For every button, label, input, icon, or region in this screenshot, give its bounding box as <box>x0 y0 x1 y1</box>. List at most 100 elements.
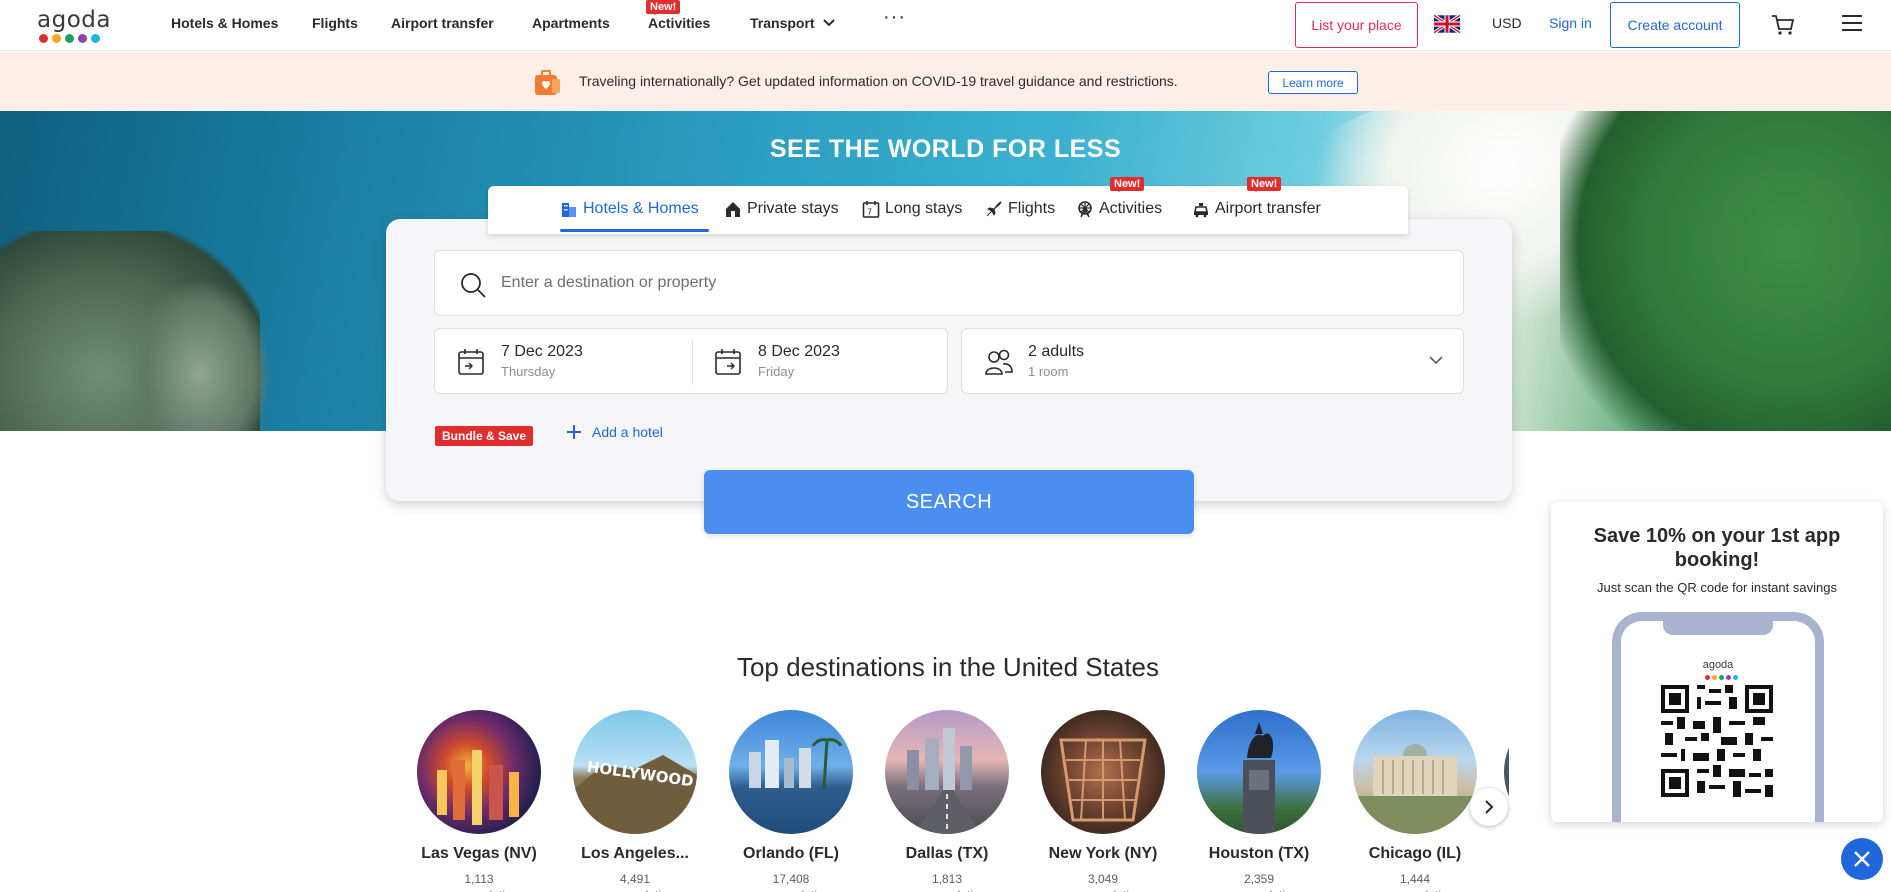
occupancy-field[interactable]: 2 adults 1 room <box>961 328 1464 394</box>
search-tabs: Hotels & Homes Private stays 7 Long stay… <box>488 177 1408 234</box>
tab-hotels-homes[interactable]: Hotels & Homes <box>560 200 699 218</box>
tab-flights[interactable]: Flights <box>985 200 1055 218</box>
phone-logo: agoda <box>1702 659 1734 671</box>
city-count: 3,049 <box>1087 872 1119 886</box>
city-card-houston[interactable]: Houston (TX) 2,359 accommodations <box>1191 708 1347 892</box>
checkout-field[interactable]: 8 Dec 2023 Friday <box>692 329 942 393</box>
app-promo-popup: Save 10% on your 1st app booking! Just s… <box>1551 502 1883 822</box>
svg-text:7: 7 <box>867 208 872 217</box>
calendar-checkout-icon <box>715 349 741 375</box>
agoda-logo[interactable]: agoda <box>37 7 117 47</box>
bundle-save-badge: Bundle & Save <box>435 426 534 446</box>
city-count: 1,113 <box>464 872 494 886</box>
building-icon <box>562 203 576 217</box>
add-hotel-label: Add a hotel <box>592 424 663 440</box>
tab-long-stays-label: Long stays <box>885 200 963 217</box>
add-hotel-button[interactable]: Add a hotel <box>566 424 663 440</box>
covid-banner-text: Traveling internationally? Get updated i… <box>579 73 1178 89</box>
checkout-day: Friday <box>758 364 795 379</box>
tab-airport-transfer-label: Airport transfer <box>1215 200 1321 217</box>
phone-logo-dots <box>1705 675 1738 680</box>
city-card-new-york[interactable]: New York (NY) 3,049 accommodations <box>1035 708 1191 892</box>
qr-code-icon[interactable] <box>1661 685 1773 797</box>
city-image <box>1197 710 1321 834</box>
sign-in-link[interactable]: Sign in <box>1549 15 1592 31</box>
logo-dots <box>39 34 117 43</box>
carousel-next-button[interactable] <box>1470 788 1508 826</box>
uk-flag-icon[interactable] <box>1434 15 1460 33</box>
city-accommodations: accommodations <box>869 888 1025 892</box>
car-icon <box>1194 203 1208 218</box>
city-image <box>1353 710 1477 834</box>
search-icon <box>461 273 486 298</box>
nav-flights[interactable]: Flights <box>312 15 358 31</box>
search-panel: 7 Dec 2023 Thursday 8 Dec 2023 Friday 2 … <box>386 219 1512 501</box>
nav-hotels-homes[interactable]: Hotels & Homes <box>171 15 278 31</box>
list-your-place-button[interactable]: List your place <box>1295 2 1418 48</box>
currency-selector[interactable]: USD <box>1492 15 1522 31</box>
city-image <box>885 710 1009 834</box>
city-card-dallas[interactable]: Dallas (TX) 1,813 accommodations <box>879 708 1035 892</box>
city-count: 1,444 <box>1399 872 1431 886</box>
city-image <box>417 710 541 834</box>
cart-icon[interactable] <box>1771 14 1795 36</box>
city-accommodations: accommodations <box>557 888 713 892</box>
tab-private-stays[interactable]: Private stays <box>724 200 839 218</box>
city-image: HOLLYWOOD <box>573 710 697 834</box>
adults-count: 2 adults <box>1028 343 1085 360</box>
checkin-field[interactable]: 7 Dec 2023 Thursday <box>435 329 685 393</box>
ferris-wheel-icon <box>1078 201 1092 218</box>
city-name: Chicago (IL) <box>1368 845 1462 862</box>
close-promo-button[interactable] <box>1841 838 1883 880</box>
destination-input[interactable] <box>501 263 1401 303</box>
promo-title: Save 10% on your 1st app booking! <box>1593 525 1841 571</box>
city-accommodations: accommodations <box>713 888 869 892</box>
date-range-field: 7 Dec 2023 Thursday 8 Dec 2023 Friday <box>434 328 948 394</box>
tab-airport-transfer[interactable]: Airport transfer <box>1192 200 1321 218</box>
logo-text: agoda <box>37 7 111 33</box>
nav-airport-transfer[interactable]: Airport transfer <box>391 15 494 31</box>
chevron-down-icon <box>822 19 835 27</box>
house-icon <box>726 202 740 217</box>
city-name: Houston (TX) <box>1208 845 1310 862</box>
activities-tab-new-badge: New! <box>1110 177 1145 192</box>
checkout-date: 8 Dec 2023 <box>758 343 840 360</box>
active-tab-underline <box>560 229 709 232</box>
tab-private-stays-label: Private stays <box>747 200 839 217</box>
city-count: 2,359 <box>1243 872 1275 886</box>
city-card-orlando[interactable]: Orlando (FL) 17,408 accommodations <box>723 708 879 892</box>
tab-activities-label: Activities <box>1099 200 1163 217</box>
promo-subtitle: Just scan the QR code for instant saving… <box>1597 580 1837 595</box>
search-button[interactable]: SEARCH <box>704 470 1194 534</box>
activities-new-badge: New! <box>646 0 681 15</box>
plus-icon <box>567 425 581 439</box>
nav-transport-label: Transport <box>750 15 815 31</box>
create-account-button[interactable]: Create account <box>1610 2 1740 48</box>
covid-banner: Traveling internationally? Get updated i… <box>0 52 1891 111</box>
nav-transport[interactable]: Transport <box>750 15 835 31</box>
suitcase-heart-icon <box>535 70 560 95</box>
tab-activities[interactable]: Activities <box>1076 200 1162 218</box>
destinations-carousel: Las Vegas (NV) 1,113 accommodations HOLL… <box>405 708 1509 892</box>
hero-title: SEE THE WORLD FOR LESS <box>769 135 1122 163</box>
city-count: 4,491 <box>619 872 651 886</box>
city-card-los-angeles[interactable]: HOLLYWOOD Los Angeles... 4,491 accommoda… <box>567 708 723 892</box>
tab-hotels-homes-label: Hotels & Homes <box>583 200 699 217</box>
city-count: 17,408 <box>772 872 810 886</box>
city-accommodations: accommodations <box>405 888 557 892</box>
learn-more-button[interactable]: Learn more <box>1268 71 1358 94</box>
city-accommodations: accommodations <box>1181 888 1337 892</box>
close-icon <box>1854 851 1870 867</box>
tab-flights-label: Flights <box>1008 200 1056 217</box>
chevron-right-icon <box>1485 800 1494 814</box>
more-menu-icon[interactable]: ··· <box>883 6 906 29</box>
tab-long-stays[interactable]: 7 Long stays <box>862 200 962 218</box>
destination-field[interactable] <box>434 250 1464 316</box>
city-card-las-vegas[interactable]: Las Vegas (NV) 1,113 accommodations <box>411 708 567 892</box>
city-name: Los Angeles... <box>581 845 689 862</box>
hamburger-menu-icon[interactable] <box>1841 14 1863 32</box>
checkin-date: 7 Dec 2023 <box>501 343 583 360</box>
nav-apartments[interactable]: Apartments <box>532 15 610 31</box>
rooms-count: 1 room <box>1028 364 1069 379</box>
checkin-day: Thursday <box>501 364 556 379</box>
